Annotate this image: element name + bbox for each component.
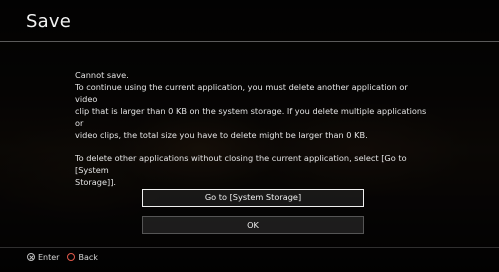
circle-button-icon bbox=[67, 253, 76, 261]
back-hint: Back bbox=[67, 252, 98, 262]
message-line: To delete other applications without clo… bbox=[75, 152, 407, 175]
cross-button-icon bbox=[27, 253, 35, 261]
message-line: Storage]]. bbox=[75, 176, 117, 187]
page-title: Save bbox=[26, 11, 71, 32]
message-line: video clips, the total size you have to … bbox=[75, 129, 368, 140]
message-line: clip that is larger than 0 KB on the sys… bbox=[75, 105, 427, 128]
enter-hint: Enter bbox=[27, 253, 59, 262]
message-line: Cannot save. bbox=[75, 70, 129, 80]
message-line: To continue using the current applicatio… bbox=[75, 81, 408, 104]
ok-button[interactable]: OK bbox=[142, 216, 364, 234]
back-hint-label: Back bbox=[78, 252, 98, 262]
button-hints: Enter Back bbox=[27, 251, 106, 263]
footer-divider bbox=[0, 247, 499, 248]
enter-hint-label: Enter bbox=[38, 252, 60, 262]
dialog-message: Cannot save. To continue using the curre… bbox=[75, 70, 430, 189]
go-to-system-storage-button[interactable]: Go to [System Storage] bbox=[142, 189, 364, 207]
header-divider bbox=[0, 41, 499, 42]
